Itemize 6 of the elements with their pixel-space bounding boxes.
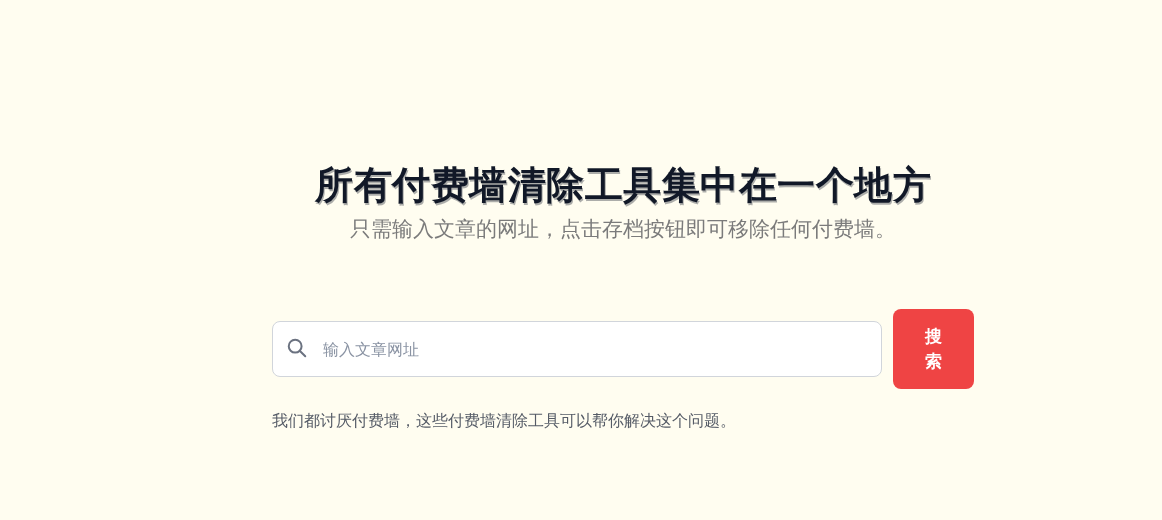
page-subtitle: 只需输入文章的网址，点击存档按钮即可移除任何付费墙。: [349, 216, 897, 243]
search-icon: [286, 337, 308, 359]
search-button[interactable]: 搜索: [893, 309, 974, 389]
note-text: 我们都讨厌付费墙，这些付费墙清除工具可以帮你解决这个问题。: [272, 411, 736, 432]
page-title: 所有付费墙清除工具集中在一个地方: [314, 162, 932, 209]
search-field[interactable]: 输入文章网址: [272, 321, 882, 377]
